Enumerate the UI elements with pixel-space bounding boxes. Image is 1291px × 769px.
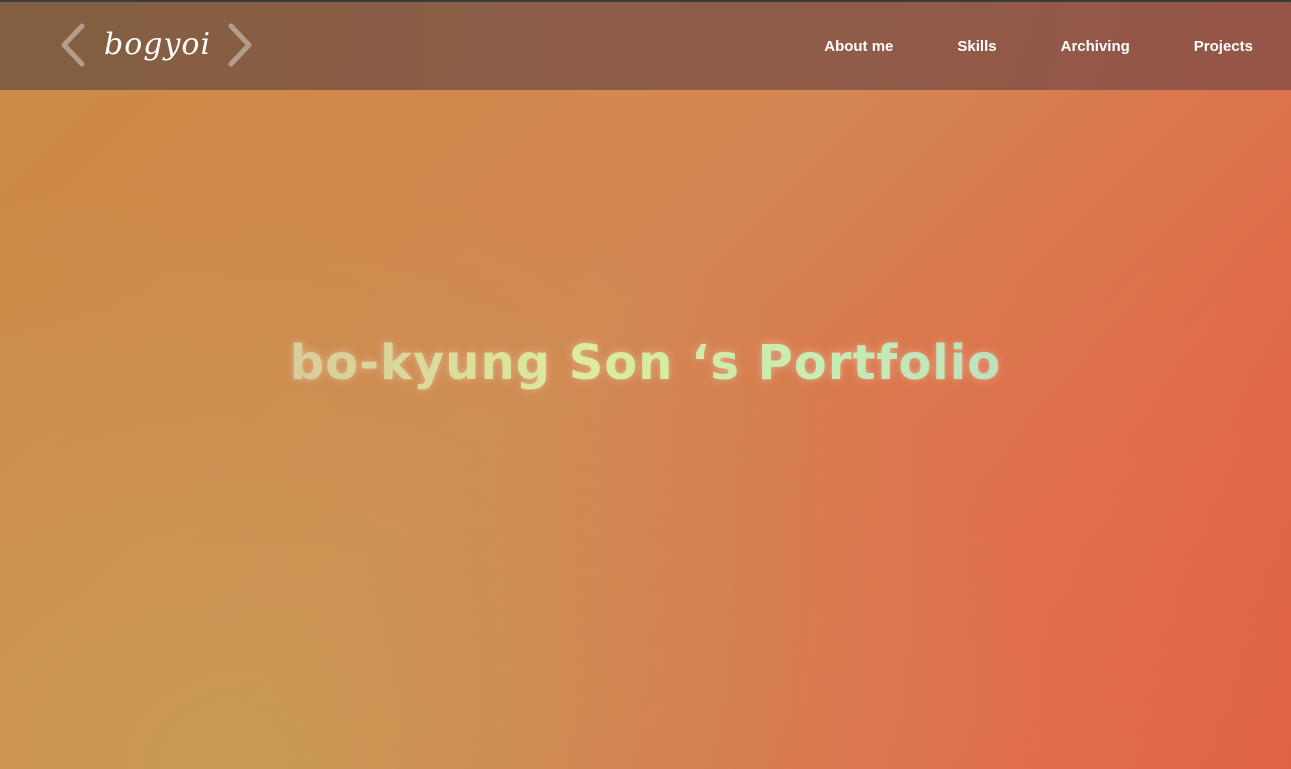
hero-title: bo-kyung Son ‘s Portfolio [0,330,1291,396]
main-nav: About me Skills Archiving Projects [824,2,1253,90]
nav-link-archiving[interactable]: Archiving [1061,38,1130,55]
chevron-right-icon [228,23,252,67]
nav-link-about-me[interactable]: About me [824,38,893,55]
chevron-left-icon [61,23,85,67]
window-top-border [0,0,1291,2]
navbar: bogyoi About me Skills Archiving Project… [0,2,1291,90]
brand-name: bogyoi [104,27,212,62]
nav-link-projects[interactable]: Projects [1194,38,1253,55]
brand-logo[interactable]: bogyoi [58,20,255,70]
nav-link-skills[interactable]: Skills [957,38,996,55]
